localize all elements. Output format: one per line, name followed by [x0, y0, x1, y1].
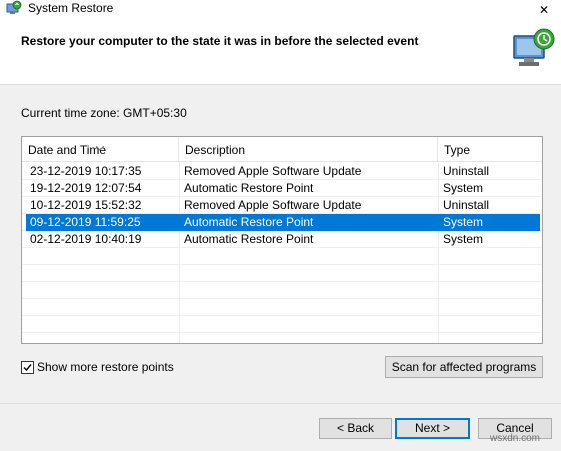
restore-points-list[interactable]: Date and Time Description Type 23-12-201…	[21, 136, 543, 344]
column-header-date[interactable]: Date and Time	[22, 137, 179, 161]
table-row[interactable]: 09-12-2019 11:59:25 Automatic Restore Po…	[26, 214, 540, 231]
show-more-checkbox[interactable]	[21, 360, 34, 374]
page-heading: Restore your computer to the state it wa…	[21, 34, 419, 48]
cell-description: Removed Apple Software Update	[184, 198, 362, 212]
cell-type: System	[443, 215, 484, 229]
column-header-description[interactable]: Description	[179, 137, 438, 161]
restore-computer-icon	[510, 26, 558, 74]
table-row[interactable]: 10-12-2019 15:52:32 Removed Apple Softwa…	[26, 197, 540, 214]
back-button[interactable]: < Back	[319, 418, 392, 439]
cell-date: 23-12-2019 10:17:35	[30, 164, 142, 178]
cell-date: 10-12-2019 15:52:32	[30, 198, 142, 212]
cell-description: Automatic Restore Point	[184, 232, 314, 246]
watermark: wsxdn.com	[490, 433, 541, 444]
cell-description: Automatic Restore Point	[184, 215, 314, 229]
timezone-label: Current time zone: GMT+05:30	[21, 106, 187, 120]
column-header-label: Description	[185, 143, 246, 157]
table-row[interactable]: 23-12-2019 10:17:35 Removed Apple Softwa…	[26, 163, 540, 180]
cell-description: Removed Apple Software Update	[184, 164, 362, 178]
grid-line	[22, 281, 542, 282]
cell-date: 19-12-2019 12:07:54	[30, 181, 142, 195]
cell-date: 02-12-2019 10:40:19	[30, 232, 142, 246]
grid-line	[22, 298, 542, 299]
footer-divider	[0, 403, 561, 404]
cell-description: Automatic Restore Point	[184, 181, 314, 195]
column-header-label: Date and Time	[28, 143, 107, 157]
column-header-label: Type	[444, 143, 471, 157]
grid-line	[22, 264, 542, 265]
wizard-header: Restore your computer to the state it wa…	[0, 22, 561, 85]
table-row[interactable]: 02-12-2019 10:40:19 Automatic Restore Po…	[26, 231, 540, 248]
cell-type: Uninstall	[443, 164, 490, 178]
window-title: System Restore	[28, 1, 114, 15]
column-headers: Date and Time Description Type	[22, 137, 542, 162]
close-button[interactable]: ✕	[527, 0, 561, 20]
sort-down-icon	[95, 137, 105, 160]
scan-affected-programs-button[interactable]: Scan for affected programs	[385, 356, 543, 378]
cell-type: System	[443, 232, 484, 246]
cell-type: Uninstall	[443, 198, 490, 212]
show-more-restore-points[interactable]: Show more restore points	[21, 359, 174, 375]
title-bar: System Restore ✕	[0, 0, 561, 22]
show-more-label: Show more restore points	[37, 360, 174, 374]
system-restore-icon	[6, 0, 22, 16]
column-header-type[interactable]: Type	[438, 137, 542, 161]
grid-line	[22, 315, 542, 316]
table-row[interactable]: 19-12-2019 12:07:54 Automatic Restore Po…	[26, 180, 540, 197]
close-icon: ✕	[538, 3, 550, 17]
grid-line	[22, 332, 542, 333]
cell-date: 09-12-2019 11:59:25	[30, 215, 141, 229]
cell-type: System	[443, 181, 484, 195]
next-button[interactable]: Next >	[395, 418, 470, 439]
